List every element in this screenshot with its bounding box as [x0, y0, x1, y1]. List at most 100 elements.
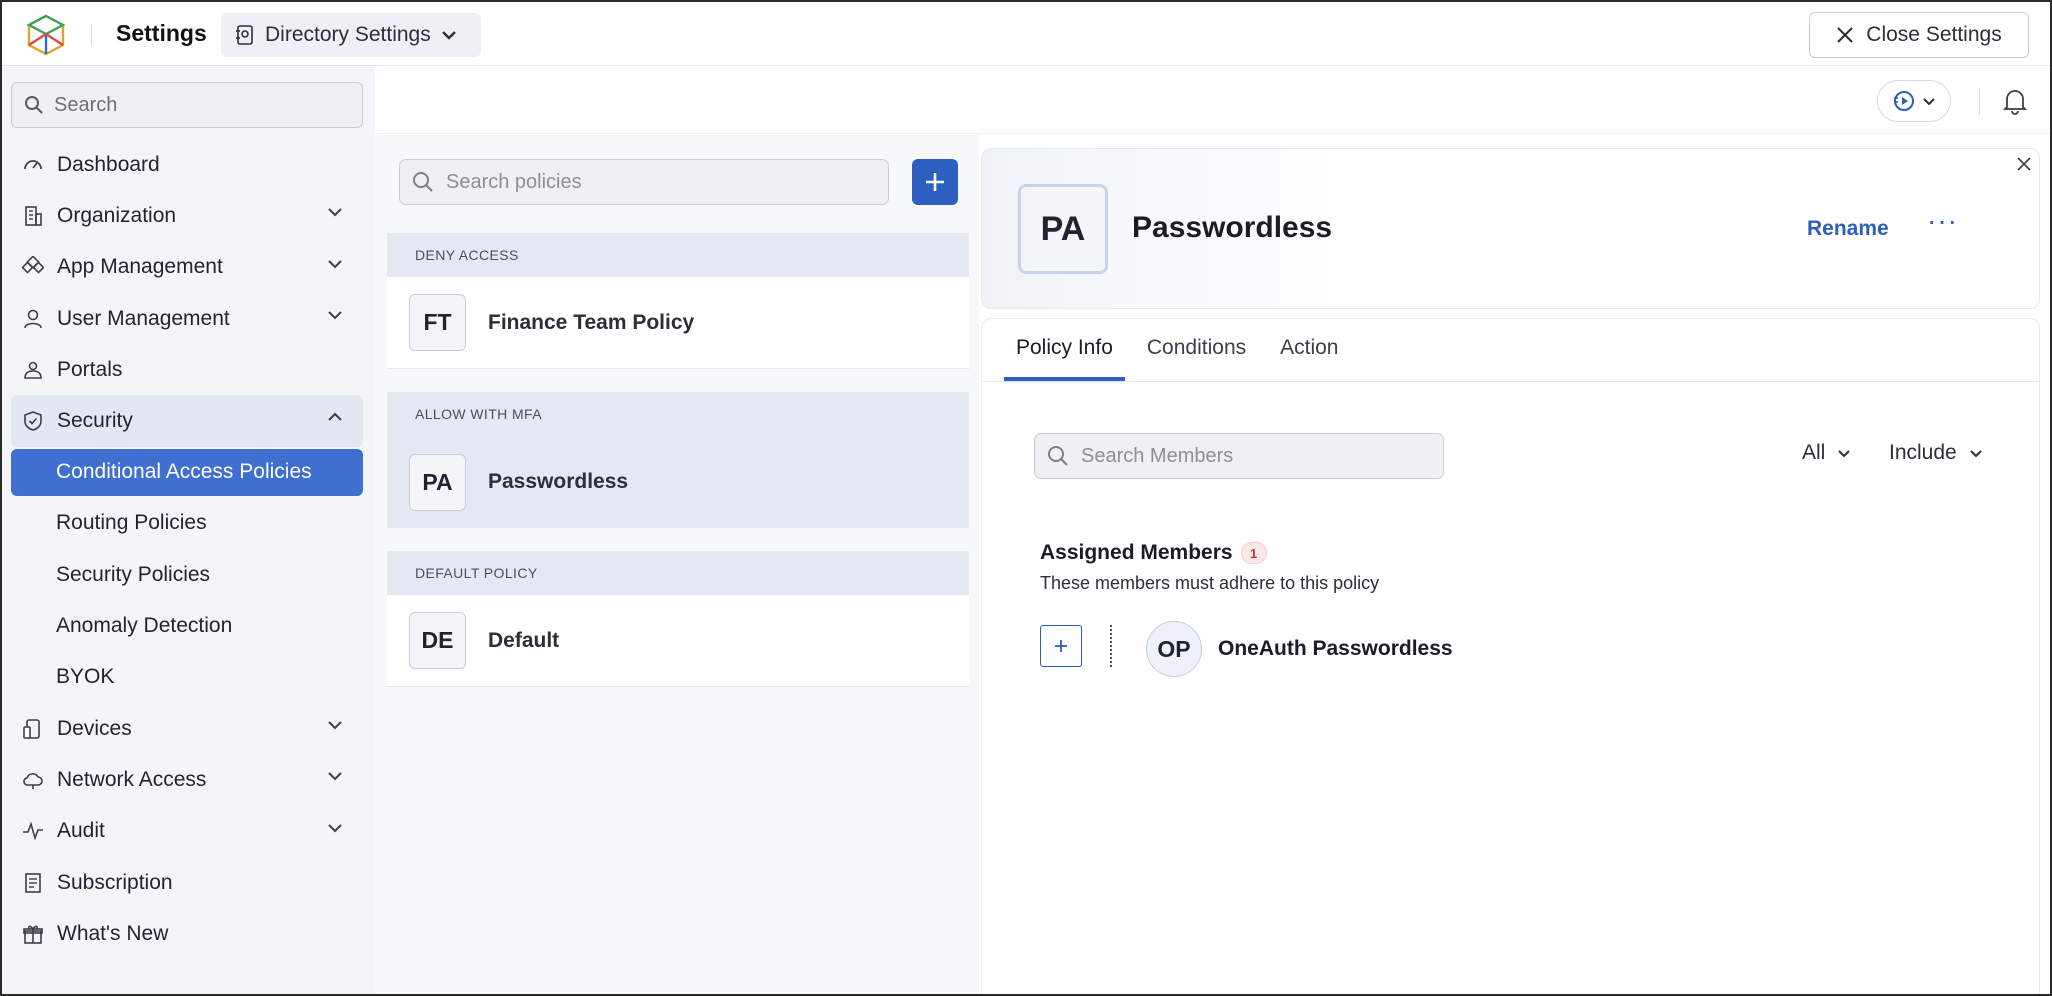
directory-settings-label: Directory Settings: [265, 23, 431, 46]
more-options-icon[interactable]: ···: [1927, 207, 1958, 235]
chevron-down-icon: [1838, 449, 1851, 457]
sidebar-item-label: Dashboard: [57, 152, 160, 176]
play-icon: [1894, 91, 1914, 111]
assigned-count-badge: 1: [1240, 542, 1267, 564]
scope-filter-dropdown[interactable]: All: [1802, 441, 1851, 465]
close-settings-button[interactable]: Close Settings: [1809, 12, 2029, 58]
policy-search-input[interactable]: [446, 170, 866, 194]
top-bar: Settings Directory Settings Close Settin…: [2, 2, 2050, 66]
chevron-down-icon: [328, 311, 342, 320]
sidebar-item-label: Audit: [57, 819, 105, 843]
scope-filter-value: All: [1802, 441, 1826, 464]
header-divider: [1979, 89, 1980, 115]
portal-icon: [22, 359, 44, 381]
policy-search[interactable]: [399, 159, 889, 205]
sidebar-item-security[interactable]: Security: [11, 395, 363, 447]
sidebar-item-dashboard[interactable]: Dashboard: [11, 139, 363, 190]
search-icon: [1048, 446, 1068, 466]
policy-avatar: DE: [409, 612, 466, 669]
policy-avatar: PA: [409, 453, 466, 511]
shield-icon: [22, 410, 44, 432]
group-heading: DEFAULT POLICY: [387, 551, 969, 595]
policy-item[interactable]: FT Finance Team Policy: [387, 277, 969, 369]
plus-icon: [926, 173, 944, 191]
sidebar-subitem-anomaly-detection[interactable]: Anomaly Detection: [11, 600, 363, 651]
sidebar-item-devices[interactable]: Devices: [11, 703, 363, 754]
assigned-members-heading: Assigned Members 1: [1040, 541, 1267, 565]
policy-detail-avatar: PA: [1018, 184, 1108, 274]
gift-icon: [22, 923, 44, 945]
sidebar-item-organization[interactable]: Organization: [11, 190, 363, 241]
group-heading: DENY ACCESS: [387, 233, 969, 277]
sidebar-item-label: User Management: [57, 306, 230, 330]
rename-button[interactable]: Rename: [1807, 217, 1889, 241]
sidebar-item-whats-new[interactable]: What's New: [11, 908, 363, 959]
sidebar-item-subscription[interactable]: Subscription: [11, 857, 363, 908]
sidebar-item-app-management[interactable]: App Management: [11, 242, 363, 293]
policy-detail-title: Passwordless: [1132, 211, 1333, 244]
device-icon: [22, 718, 44, 740]
directory-settings-dropdown[interactable]: Directory Settings: [221, 13, 481, 57]
sidebar-item-label: What's New: [57, 921, 169, 945]
sidebar-item-network-access[interactable]: Network Access: [11, 754, 363, 805]
add-policy-button[interactable]: [912, 159, 958, 205]
policy-item[interactable]: DE Default: [387, 595, 969, 687]
policy-list-pane: DENY ACCESS FT Finance Team Policy ALLOW…: [375, 135, 979, 994]
policy-item-selected[interactable]: PA Passwordless: [387, 436, 969, 528]
main-header: [375, 67, 2050, 134]
mode-filter-value: Include: [1889, 441, 1957, 464]
sidebar-subitem-byok[interactable]: BYOK: [11, 652, 363, 703]
member-name[interactable]: OneAuth Passwordless: [1218, 637, 1453, 661]
member-divider: [1110, 625, 1112, 667]
add-member-button[interactable]: [1040, 625, 1082, 667]
sidebar-item-label: Organization: [57, 203, 177, 227]
policy-group-default: DEFAULT POLICY DE Default: [387, 551, 969, 687]
mode-filter-dropdown[interactable]: Include: [1889, 441, 1983, 465]
app-logo-icon[interactable]: [24, 13, 68, 57]
bell-icon[interactable]: [2002, 87, 2028, 115]
policy-group-allow-with-mfa: ALLOW WITH MFA PA Passwordless: [387, 392, 969, 528]
sidebar-item-label: App Management: [57, 255, 223, 279]
sidebar-item-audit[interactable]: Audit: [11, 806, 363, 857]
policy-tabs-panel: Policy Info Conditions Action All Includ…: [981, 318, 2040, 994]
chevron-down-icon: [328, 772, 342, 781]
policy-group-deny-access: DENY ACCESS FT Finance Team Policy: [387, 233, 969, 369]
tab-action[interactable]: Action: [1268, 319, 1350, 381]
chevron-down-icon: [328, 259, 342, 269]
sidebar: Dashboard Organization App Management Us…: [2, 67, 375, 994]
close-settings-label: Close Settings: [1866, 23, 2002, 46]
sidebar-item-label: Security: [57, 409, 133, 433]
close-icon[interactable]: [2013, 153, 2035, 175]
sidebar-search-input[interactable]: [54, 93, 354, 117]
sidebar-item-portals[interactable]: Portals: [11, 344, 363, 395]
sidebar-item-user-management[interactable]: User Management: [11, 293, 363, 344]
assigned-members-subtitle: These members must adhere to this policy: [1040, 573, 1380, 593]
sidebar-search[interactable]: [11, 82, 363, 128]
member-search[interactable]: [1034, 433, 1444, 479]
tab-policy-info[interactable]: Policy Info: [1004, 319, 1125, 381]
policy-name: Default: [488, 628, 560, 652]
directory-icon: [236, 25, 253, 45]
policy-detail-pane: PA Passwordless Rename ··· Policy Info C…: [979, 135, 2050, 994]
page-title: Settings: [116, 20, 207, 46]
chevron-down-icon: [1970, 449, 1982, 457]
group-heading: ALLOW WITH MFA: [387, 392, 969, 436]
policy-name: Passwordless: [488, 470, 629, 493]
search-icon: [25, 96, 43, 114]
policy-name: Finance Team Policy: [488, 310, 695, 334]
sidebar-subitem-security-policies[interactable]: Security Policies: [11, 549, 363, 600]
chevron-down-icon: [328, 208, 342, 217]
sidebar-subitem-conditional-access-policies[interactable]: Conditional Access Policies: [11, 448, 363, 496]
app-window: Settings Directory Settings Close Settin…: [0, 0, 2052, 996]
sidebar-subitem-routing-policies[interactable]: Routing Policies: [11, 498, 363, 549]
policy-avatar: FT: [409, 294, 466, 351]
play-menu-button[interactable]: [1877, 80, 1951, 122]
policy-header-card: PA Passwordless Rename ···: [981, 148, 2040, 309]
tab-conditions[interactable]: Conditions: [1135, 319, 1258, 381]
chevron-down-icon: [328, 823, 342, 832]
sidebar-item-label: Devices: [57, 716, 132, 740]
chevron-down-icon: [441, 31, 456, 40]
gauge-icon: [22, 154, 44, 176]
sidebar-item-label: Network Access: [57, 767, 207, 791]
member-search-input[interactable]: [1081, 444, 1421, 468]
